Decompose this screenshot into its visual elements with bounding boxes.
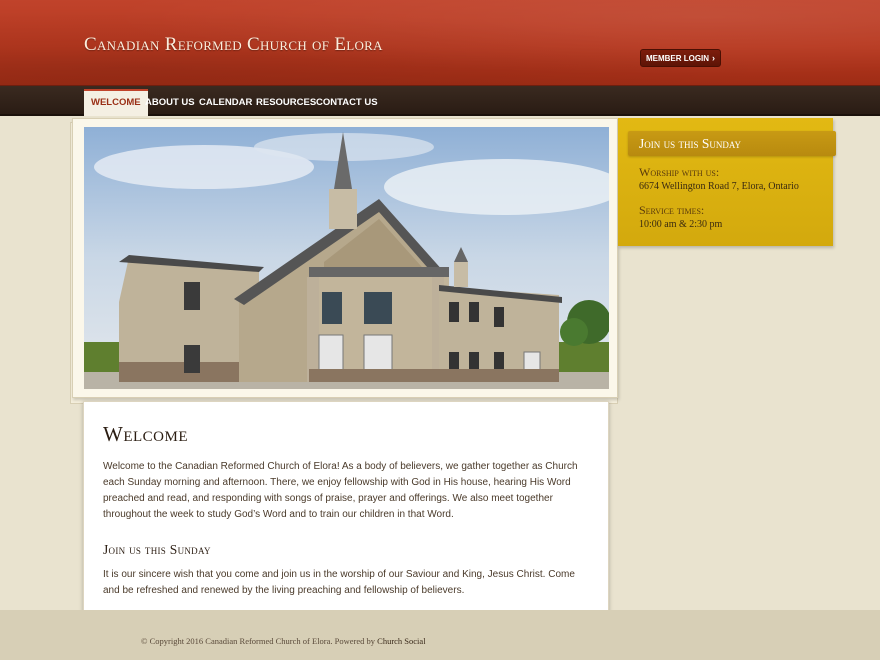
nav-item-contact-us[interactable]: CONTACT US — [309, 89, 385, 116]
join-paragraph: It is our sincere wish that you come and… — [103, 569, 575, 596]
page-title: Welcome — [103, 422, 188, 446]
site-footer — [0, 610, 880, 660]
member-login-button[interactable]: MEMBER LOGIN › — [640, 49, 721, 67]
worship-label: Worship with us: — [639, 165, 720, 179]
main-nav: WELCOME ABOUT US CALENDAR RESOURCES CONT… — [0, 86, 880, 116]
photo-frame — [70, 118, 618, 404]
welcome-paragraph: Welcome to the Canadian Reformed Church … — [103, 461, 578, 520]
sidebar-panel: Join us this Sunday Worship with us: 667… — [618, 118, 836, 246]
site-header: Canadian Reformed Church of Elora MEMBER… — [0, 0, 880, 86]
footer-copyright: © Copyright 2016 Canadian Reformed Churc… — [141, 636, 426, 646]
church-photo — [84, 127, 609, 389]
church-social-link[interactable]: Church Social — [377, 636, 425, 646]
service-times-label: Service times: — [639, 203, 705, 217]
chevron-right-icon: › — [712, 53, 716, 63]
join-heading: Join us this Sunday — [103, 542, 211, 557]
member-login-label: MEMBER LOGIN — [645, 54, 710, 63]
site-title[interactable]: Canadian Reformed Church of Elora — [84, 34, 383, 56]
sidebar-heading: Join us this Sunday — [628, 131, 836, 156]
church-building-image — [84, 127, 609, 389]
service-times: 10:00 am & 2:30 pm — [639, 219, 723, 230]
church-address: 6674 Wellington Road 7, Elora, Ontario — [639, 181, 799, 192]
copyright-text: © Copyright 2016 Canadian Reformed Churc… — [141, 636, 376, 646]
welcome-card: Welcome Welcome to the Canadian Reformed… — [83, 401, 609, 626]
